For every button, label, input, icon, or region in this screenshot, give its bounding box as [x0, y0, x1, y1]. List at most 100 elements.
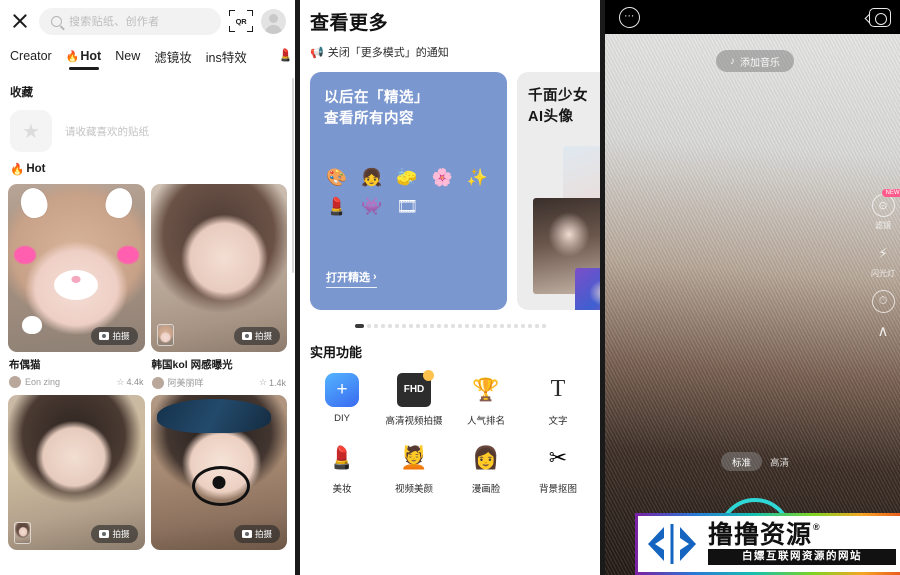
notice-row[interactable]: 📢 关闭「更多模式」的通知 — [300, 35, 600, 60]
carousel-dot[interactable] — [430, 324, 434, 328]
category-tabs: Creator 🔥 Hot New 滤镜妆 ins特效 💄 — [0, 42, 295, 72]
more-options-icon[interactable]: ⋯ — [619, 6, 640, 28]
function-icon: FHD — [397, 369, 434, 407]
function-cell[interactable]: 👩 漫画脸 — [450, 441, 522, 495]
close-icon[interactable] — [9, 10, 31, 32]
carousel-dot[interactable] — [423, 324, 427, 328]
mini-thumbnail — [156, 324, 174, 346]
carousel-dot[interactable] — [451, 324, 455, 328]
sticker-card[interactable]: 拍摄 布偶猫 Eon zing ☆ 4.4k — [8, 184, 145, 389]
banner-ai-avatar[interactable]: 千面少女 AI头像 — [517, 72, 600, 310]
sticker-preview-image[interactable]: 拍摄 — [8, 395, 145, 550]
qr-scan-icon[interactable]: QR — [229, 10, 253, 32]
function-icon: ✂ — [548, 444, 568, 470]
add-music-button[interactable]: ♪ 添加音乐 — [716, 50, 794, 72]
camera-viewfinder[interactable]: ♪ 添加音乐 ⊙ NEW 滤镜 ⚡ 闪光灯 ⏱ ∧ 标准 高清 — [605, 34, 900, 575]
tool-filter[interactable]: ⊙ NEW 滤镜 — [871, 189, 900, 231]
chevron-up-icon[interactable]: ∧ — [878, 324, 889, 339]
author-avatar[interactable] — [9, 376, 21, 388]
carousel-dot[interactable] — [416, 324, 420, 328]
carousel-dot[interactable] — [395, 324, 399, 328]
carousel-dot[interactable] — [458, 324, 462, 328]
sticker-card[interactable]: 拍摄 — [8, 395, 145, 550]
carousel-dot[interactable] — [444, 324, 448, 328]
carousel-dot[interactable] — [409, 324, 413, 328]
tab-creator[interactable]: Creator — [10, 49, 52, 65]
watermark-banner: 撸撸资源 ® 白嫖互联网资源的网站 — [635, 513, 900, 575]
sticker-card[interactable]: 拍摄 韩国kol 网感曝光 阿美丽咩 ☆ 1.4k — [150, 184, 287, 389]
watermark-brand: 撸撸资源 ® — [708, 521, 821, 550]
function-cell[interactable]: 💄 美妆 — [306, 441, 378, 495]
view-more-panel: 查看更多 📢 关闭「更多模式」的通知 以后在「精选」 查看所有内容 🎨 👧 🧽 … — [300, 0, 600, 575]
tool-label: 滤镜 — [875, 221, 891, 230]
open-featured-link[interactable]: 打开精选 › — [326, 269, 377, 288]
shoot-button[interactable]: 拍摄 — [233, 525, 280, 543]
camera-topbar: ⋯ — [605, 0, 900, 34]
carousel-dot[interactable] — [486, 324, 490, 328]
carousel-dot[interactable] — [374, 324, 378, 328]
function-cell[interactable]: ✂ 背景抠图 — [522, 441, 594, 495]
function-cell[interactable]: + DIY — [306, 372, 378, 427]
tab-filter-makeup[interactable]: 滤镜妆 — [154, 47, 192, 68]
carousel-dot[interactable] — [472, 324, 476, 328]
camera-icon — [99, 530, 110, 538]
carousel-dot[interactable] — [465, 324, 469, 328]
shoot-button[interactable]: 拍摄 — [91, 525, 138, 543]
camera-icon — [99, 332, 110, 340]
carousel-dot[interactable] — [535, 324, 539, 328]
lipstick-icon[interactable]: 💄 — [278, 48, 293, 62]
carousel-dot[interactable] — [367, 324, 371, 328]
decorative-photo — [575, 268, 600, 310]
author-avatar[interactable] — [151, 376, 164, 389]
carousel-dot[interactable] — [402, 324, 406, 328]
page-title: 查看更多 — [310, 13, 389, 34]
shoot-button[interactable]: 拍摄 — [91, 327, 138, 345]
function-cell[interactable]: FHD 高清视频拍摄 — [378, 369, 450, 427]
carousel-dot[interactable] — [514, 324, 518, 328]
function-label: 文字 — [548, 415, 568, 427]
sticker-topbar: 搜索贴纸、创作者 QR — [0, 0, 295, 42]
carousel-dot[interactable] — [500, 324, 504, 328]
tab-hot[interactable]: 🔥 Hot — [66, 49, 101, 70]
function-cell[interactable]: 🏆 人气排名 — [450, 373, 522, 427]
carousel-dot[interactable] — [381, 324, 385, 328]
flip-camera-icon[interactable] — [869, 7, 891, 27]
avatar[interactable] — [261, 8, 286, 34]
tab-ins-effects[interactable]: ins特效 — [206, 47, 247, 68]
shoot-button[interactable]: 拍摄 — [233, 327, 280, 345]
carousel-dot[interactable] — [479, 324, 483, 328]
star-icon[interactable]: ★ — [10, 110, 52, 152]
tool-timer[interactable]: ⏱ — [871, 290, 895, 313]
carousel-dot[interactable] — [493, 324, 497, 328]
carousel-dots[interactable] — [300, 310, 600, 328]
banner-line-2: 查看所有内容 — [324, 111, 414, 128]
function-label: 高清视频拍摄 — [385, 415, 443, 427]
function-cell[interactable]: T 文字 — [522, 373, 594, 427]
sticker-name: 布偶猫 — [9, 359, 41, 371]
carousel-dot[interactable] — [437, 324, 441, 328]
search-input[interactable]: 搜索贴纸、创作者 — [39, 7, 221, 35]
like-count: ☆ 4.4k — [116, 376, 144, 388]
new-badge: NEW — [881, 189, 900, 197]
banner-featured[interactable]: 以后在「精选」 查看所有内容 🎨 👧 🧽 🌸 ✨ 💄 👾 🎞 打开精选 › — [310, 72, 507, 310]
timer-icon: ⏱ — [871, 290, 895, 313]
carousel-dot[interactable] — [507, 324, 511, 328]
tool-flash[interactable]: ⚡ 闪光灯 — [871, 242, 895, 279]
vertical-scrollbar[interactable] — [291, 78, 294, 273]
function-cell[interactable]: 💆 视频美颜 — [378, 441, 450, 495]
quality-hd-option[interactable]: 高清 — [770, 455, 789, 469]
carousel-dot[interactable] — [354, 324, 364, 328]
sticker-card[interactable]: 拍摄 — [150, 395, 287, 550]
sticker-preview-image[interactable]: 拍摄 — [8, 184, 145, 352]
sticker-preview-image[interactable]: 拍摄 — [150, 184, 287, 352]
camera-preview-image — [605, 34, 900, 575]
sticker-preview-image[interactable]: 拍摄 — [150, 395, 287, 550]
sticker-name: 韩国kol 网感曝光 — [151, 359, 233, 371]
carousel-dot[interactable] — [542, 324, 546, 328]
tab-new[interactable]: New — [115, 49, 140, 65]
carousel-dot[interactable] — [388, 324, 392, 328]
carousel-dot[interactable] — [528, 324, 532, 328]
function-label: 背景抠图 — [538, 483, 577, 495]
quality-standard-option[interactable]: 标准 — [720, 452, 762, 471]
carousel-dot[interactable] — [521, 324, 525, 328]
